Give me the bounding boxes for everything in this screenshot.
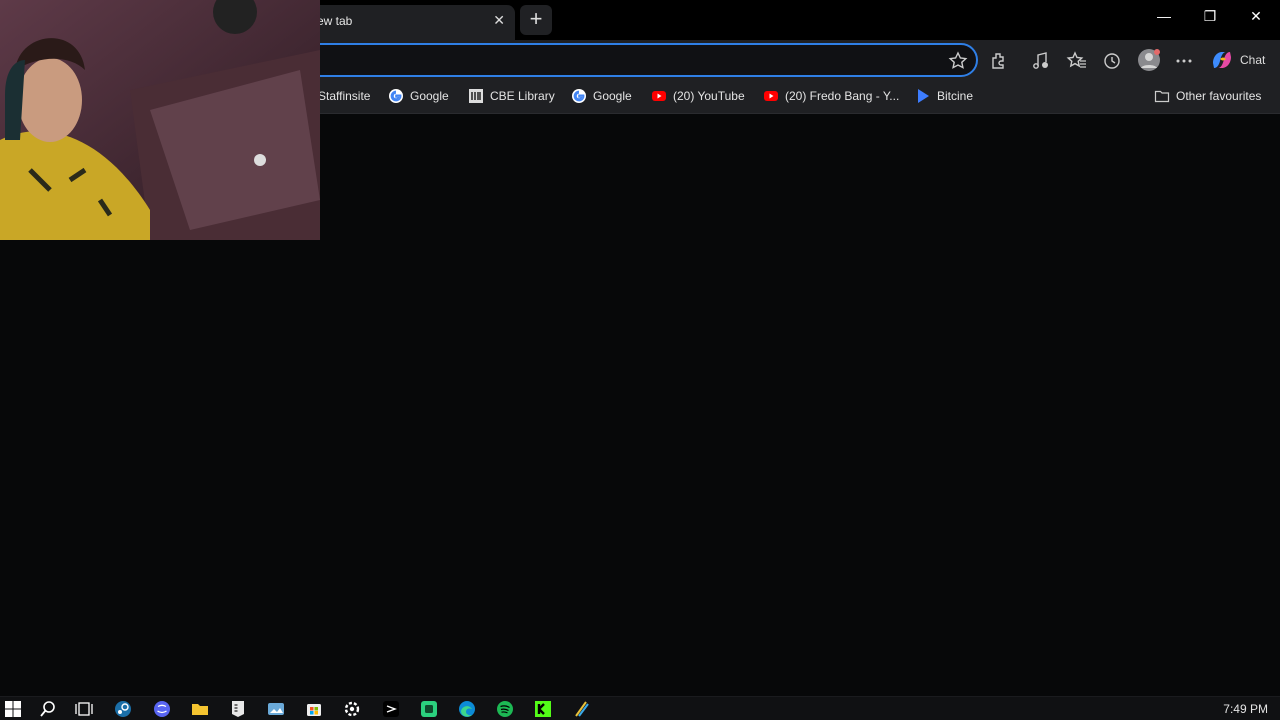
copilot-icon	[1213, 52, 1231, 68]
edge-icon[interactable]	[457, 699, 477, 719]
minimize-button[interactable]: —	[1144, 8, 1184, 32]
address-input[interactable]	[306, 51, 926, 69]
app-pen-icon[interactable]	[571, 699, 591, 719]
youtube-icon	[652, 91, 666, 101]
bookmark-youtube[interactable]: (20) YouTube	[651, 88, 745, 106]
bookmark-label: Google	[410, 89, 449, 103]
tab-title: ew tab	[317, 14, 353, 28]
youtube-icon	[764, 91, 778, 101]
tab-new-tab[interactable]: ew tab ✕	[305, 5, 515, 40]
search-icon[interactable]	[38, 699, 58, 719]
spotify-icon[interactable]	[495, 699, 515, 719]
bookmark-label: CBE Library	[490, 89, 555, 103]
copilot-chat-button[interactable]: Chat	[1206, 45, 1274, 75]
store-icon[interactable]	[304, 699, 324, 719]
settings-icon[interactable]	[342, 699, 362, 719]
bookmark-label: (20) Fredo Bang - Y...	[785, 89, 900, 103]
bookmark-cbe-library[interactable]: CBE Library	[468, 88, 555, 106]
restore-button[interactable]: ❐	[1190, 8, 1230, 32]
other-favourites-label: Other favourites	[1176, 89, 1262, 103]
folder-icon	[1154, 90, 1170, 103]
other-favourites-folder[interactable]: Other favourites	[1154, 88, 1261, 106]
webcam-image	[0, 0, 320, 240]
more-icon[interactable]	[1173, 50, 1195, 72]
bookmark-google-2[interactable]: Google	[571, 88, 632, 106]
extensions-icon[interactable]	[988, 50, 1010, 72]
bookmark-label: (20) YouTube	[673, 89, 745, 103]
bookmark-google-1[interactable]: Google	[388, 88, 449, 106]
start-icon[interactable]	[3, 699, 23, 719]
favorites-icon[interactable]	[1066, 50, 1088, 72]
new-tab-button[interactable]: +	[520, 5, 552, 35]
bitcine-icon	[918, 89, 929, 103]
discord-icon[interactable]	[152, 699, 172, 719]
google-icon	[389, 89, 403, 103]
webcam-overlay	[0, 0, 320, 240]
profile-icon[interactable]	[1137, 48, 1161, 72]
close-window-button[interactable]: ✕	[1236, 8, 1276, 32]
app-green-icon[interactable]	[419, 699, 439, 719]
library-icon	[469, 89, 483, 103]
epic-games-icon[interactable]	[228, 699, 248, 719]
taskbar: 7:49 PM	[0, 696, 1280, 720]
bookmark-label: Bitcine	[937, 89, 974, 103]
photos-icon[interactable]	[266, 699, 286, 719]
bookmark-staffinsite[interactable]: Staffinsite	[318, 88, 370, 106]
steam-icon[interactable]	[113, 699, 133, 719]
bookmark-label: Staffinsite	[318, 88, 371, 103]
read-aloud-icon[interactable]	[1030, 50, 1052, 72]
taskbar-clock[interactable]: 7:49 PM	[1223, 702, 1268, 716]
capcut-icon[interactable]	[381, 699, 401, 719]
kick-icon[interactable]	[533, 699, 553, 719]
history-icon[interactable]	[1101, 50, 1123, 72]
task-view-icon[interactable]	[74, 699, 94, 719]
file-explorer-icon[interactable]	[190, 699, 210, 719]
star-icon[interactable]	[948, 51, 968, 71]
tab-close-icon[interactable]: ✕	[493, 12, 505, 29]
chat-label: Chat	[1240, 53, 1266, 67]
bookmark-label: Google	[593, 89, 632, 103]
google-icon	[572, 89, 586, 103]
bookmark-fredo-bang[interactable]: (20) Fredo Bang - Y...	[763, 88, 899, 106]
address-bar[interactable]	[290, 43, 978, 77]
bookmark-bitcine[interactable]: Bitcine	[915, 88, 973, 106]
